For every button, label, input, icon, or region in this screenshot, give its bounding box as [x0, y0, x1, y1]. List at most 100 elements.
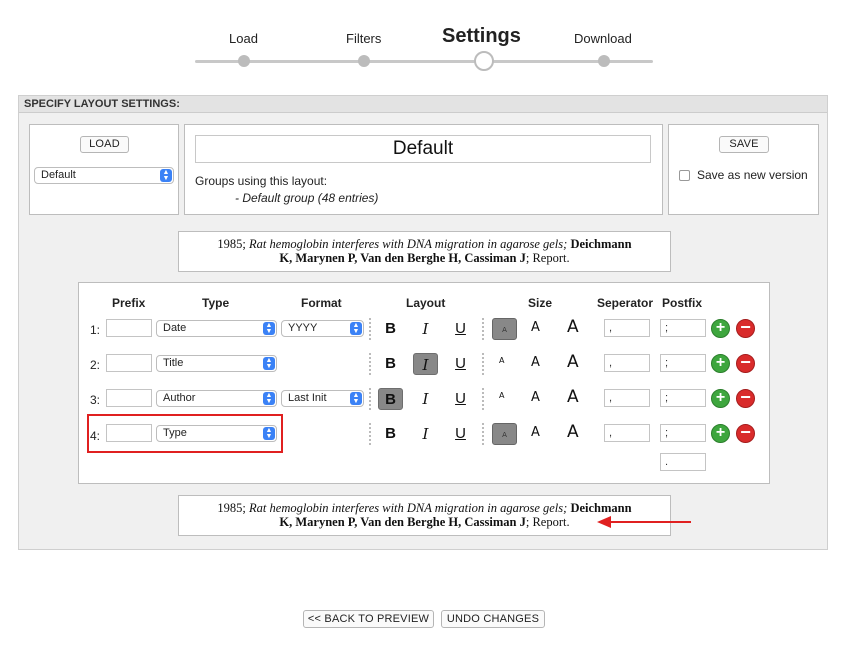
type-select-value: Author [163, 392, 196, 404]
size-medium-toggle[interactable]: A [531, 390, 540, 405]
remove-row-icon[interactable]: − [736, 423, 755, 443]
add-row-icon[interactable]: + [711, 319, 730, 338]
postfix-input[interactable]: ; [660, 319, 706, 337]
format-select[interactable]: Last Init ▲ ▼ [281, 390, 364, 407]
step-download-dot[interactable] [598, 55, 610, 67]
size-large-toggle[interactable]: A [567, 422, 579, 442]
layout-select-value: Default [41, 169, 76, 181]
layout-name-input[interactable]: Default [195, 135, 651, 163]
size-small-toggle[interactable]: A [492, 318, 517, 340]
drag-handle[interactable] [482, 423, 486, 445]
bold-toggle[interactable]: B [378, 318, 403, 340]
step-load-dot[interactable] [238, 55, 250, 67]
undo-changes-button[interactable]: UNDO CHANGES [441, 610, 545, 628]
select-arrows-icon: ▲ ▼ [263, 427, 275, 440]
italic-toggle[interactable]: I [413, 423, 438, 445]
format-select[interactable]: YYYY ▲ ▼ [281, 320, 364, 337]
citation-preview-top: 1985; Rat hemoglobin interferes with DNA… [178, 231, 671, 272]
remove-row-icon[interactable]: − [736, 318, 755, 338]
size-small-toggle[interactable]: A [499, 391, 504, 400]
size-small-toggle[interactable]: A [492, 423, 517, 445]
save-new-version-checkbox[interactable] [679, 170, 690, 181]
select-arrows-icon: ▲ ▼ [263, 322, 275, 335]
underline-toggle[interactable]: U [448, 318, 473, 340]
drag-handle[interactable] [369, 318, 373, 340]
format-select-value: Last Init [288, 392, 327, 404]
italic-toggle[interactable]: I [413, 318, 438, 340]
drag-handle[interactable] [369, 423, 373, 445]
type-select-value: Date [163, 322, 187, 334]
select-arrows-icon: ▲ ▼ [263, 392, 275, 405]
drag-handle[interactable] [369, 388, 373, 410]
type-select-value: Type [163, 427, 187, 439]
step-load-label[interactable]: Load [229, 31, 258, 46]
prefix-input[interactable] [106, 389, 152, 407]
step-filters-label[interactable]: Filters [346, 31, 381, 46]
separator-input[interactable]: , [604, 354, 650, 372]
format-select-value: YYYY [288, 322, 318, 334]
separator-input[interactable]: , [604, 319, 650, 337]
type-select[interactable]: Author ▲ ▼ [156, 390, 277, 407]
drag-handle[interactable] [482, 318, 486, 340]
size-large-toggle[interactable]: A [567, 317, 579, 337]
size-medium-toggle[interactable]: A [531, 320, 540, 335]
type-select[interactable]: Title ▲ ▼ [156, 355, 277, 372]
underline-toggle[interactable]: U [448, 388, 473, 410]
italic-toggle[interactable]: I [413, 353, 438, 375]
separator-input[interactable]: , [604, 424, 650, 442]
remove-row-icon[interactable]: − [736, 388, 755, 408]
prefix-input[interactable] [106, 354, 152, 372]
add-row-icon[interactable]: + [711, 424, 730, 443]
italic-toggle[interactable]: I [413, 388, 438, 410]
size-medium-toggle[interactable]: A [531, 425, 540, 440]
drag-handle[interactable] [482, 353, 486, 375]
drag-handle[interactable] [369, 353, 373, 375]
layout-settings-panel: SPECIFY LAYOUT SETTINGS: LOAD Default ▲ ▼… [18, 95, 828, 550]
add-row-icon[interactable]: + [711, 389, 730, 408]
postfix-input[interactable]: ; [660, 389, 706, 407]
col-header-prefix: Prefix [112, 296, 146, 310]
separator-input[interactable]: , [604, 389, 650, 407]
select-arrows-icon: ▲ ▼ [350, 392, 362, 405]
add-row-icon[interactable]: + [711, 354, 730, 373]
citation-type: ; Report. [525, 515, 570, 529]
bold-toggle[interactable]: B [378, 423, 403, 445]
citation-type: ; Report. [525, 251, 570, 265]
step-download-label[interactable]: Download [574, 31, 632, 46]
final-postfix-input[interactable]: . [660, 453, 706, 471]
bold-toggle[interactable]: B [378, 353, 403, 375]
type-select[interactable]: Date ▲ ▼ [156, 320, 277, 337]
size-small-toggle[interactable]: A [499, 356, 504, 365]
step-settings-label: Settings [442, 25, 521, 47]
panel-title: SPECIFY LAYOUT SETTINGS: [19, 96, 827, 113]
citation-authors-line2: K, Marynen P, Van den Berghe H, Cassiman… [279, 251, 526, 265]
back-to-preview-button[interactable]: << BACK TO PREVIEW [303, 610, 434, 628]
citation-authors-line1: Deichmann [570, 237, 632, 251]
underline-toggle[interactable]: U [448, 423, 473, 445]
stepper-track [195, 60, 653, 63]
step-filters-dot[interactable] [358, 55, 370, 67]
size-medium-toggle[interactable]: A [531, 355, 540, 370]
row-number: 1: [90, 323, 101, 337]
type-select[interactable]: Type ▲ ▼ [156, 425, 277, 442]
citation-authors-line2: K, Marynen P, Van den Berghe H, Cassiman… [279, 515, 526, 529]
bold-toggle[interactable]: B [378, 388, 403, 410]
prefix-input[interactable] [106, 319, 152, 337]
select-arrows-icon: ▲ ▼ [263, 357, 275, 370]
underline-toggle[interactable]: U [448, 353, 473, 375]
prefix-input[interactable] [106, 424, 152, 442]
remove-row-icon[interactable]: − [736, 353, 755, 373]
size-large-toggle[interactable]: A [567, 352, 579, 372]
citation-title: Rat hemoglobin interferes with DNA migra… [249, 501, 568, 515]
type-select-value: Title [163, 357, 184, 369]
load-button[interactable]: LOAD [80, 136, 129, 153]
postfix-input[interactable]: ; [660, 354, 706, 372]
save-button[interactable]: SAVE [719, 136, 769, 153]
drag-handle[interactable] [482, 388, 486, 410]
postfix-input[interactable]: ; [660, 424, 706, 442]
citation-authors-line1: Deichmann [570, 501, 632, 515]
citation-year: 1985; [217, 237, 246, 251]
layout-select[interactable]: Default ▲ ▼ [34, 167, 174, 184]
load-layout-box: LOAD Default ▲ ▼ [29, 124, 179, 215]
size-large-toggle[interactable]: A [567, 387, 579, 407]
